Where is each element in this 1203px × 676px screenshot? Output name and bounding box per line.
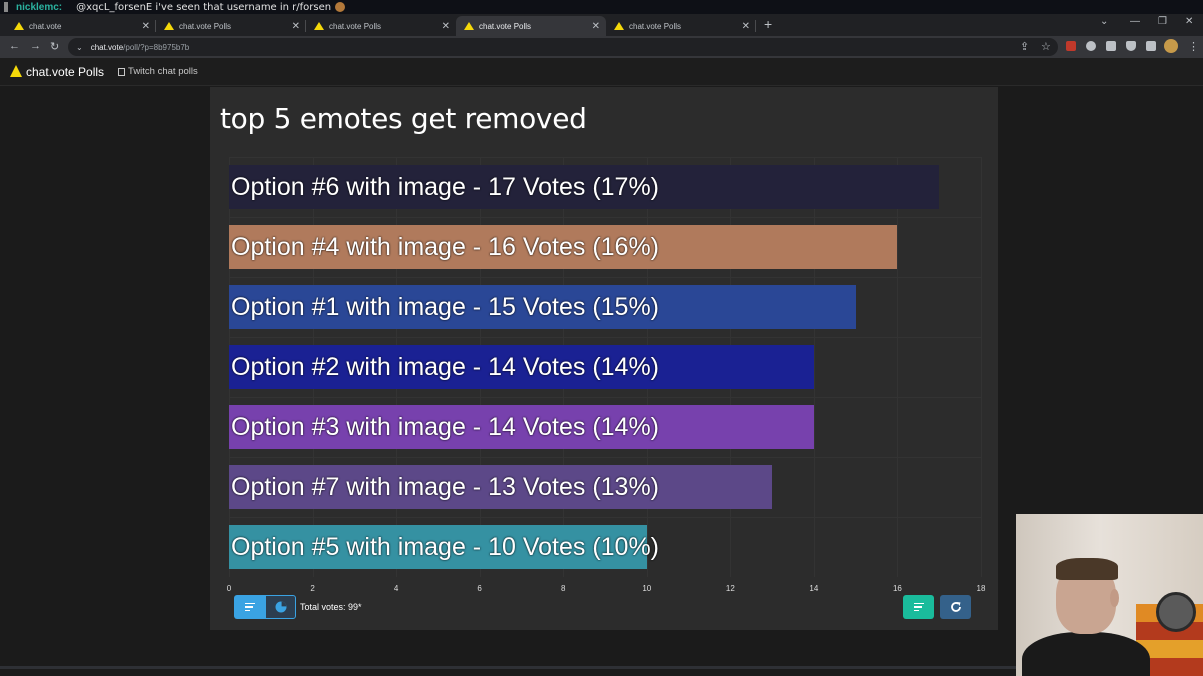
chat-cursor <box>4 2 8 12</box>
x-tick-label: 12 <box>725 584 735 593</box>
poll-title: top 5 emotes get removed <box>220 102 587 135</box>
row-separator <box>229 217 981 218</box>
close-window-button[interactable]: ✕ <box>1185 16 1193 27</box>
twitch-icon <box>118 67 126 76</box>
x-tick-label: 6 <box>477 584 482 593</box>
poll-bar-label: Option #6 with image - 17 Votes (17%) <box>231 172 660 201</box>
favicon-icon <box>464 22 474 30</box>
poll-card: top 5 emotes get removed Option #6 with … <box>210 87 998 630</box>
poll-bar-label: Option #4 with image - 16 Votes (16%) <box>231 232 660 261</box>
row-separator <box>229 457 981 458</box>
favicon-icon <box>14 22 24 30</box>
chat-username: nicklemc: <box>16 1 63 13</box>
pie-chart-icon <box>275 601 286 613</box>
screen: nicklemc: @xqcL_forsenE i've seen that u… <box>0 0 1203 676</box>
x-tick-label: 0 <box>226 584 232 593</box>
x-tick-label: 4 <box>393 584 399 593</box>
browser-tab-3[interactable]: chat.vote Polls ✕ <box>306 16 456 36</box>
close-tab-icon[interactable]: ✕ <box>142 21 150 32</box>
minimize-button[interactable]: — <box>1130 16 1140 27</box>
sort-button[interactable] <box>903 595 934 619</box>
x-tick-label: 2 <box>310 584 315 593</box>
row-separator <box>229 157 981 158</box>
webcam-overlay <box>1016 514 1203 676</box>
forward-button[interactable]: → <box>30 40 41 52</box>
extensions-puzzle-icon[interactable] <box>1106 41 1116 51</box>
url-host: chat.vote <box>90 42 124 52</box>
close-tab-icon[interactable]: ✕ <box>592 21 600 32</box>
twitch-chat-polls-link[interactable]: Twitch chat polls <box>118 66 198 77</box>
tab-title: chat.vote Polls <box>179 21 232 31</box>
x-tick-label: 8 <box>560 584 566 593</box>
maximize-button[interactable]: ❐ <box>1158 16 1167 27</box>
refresh-icon <box>950 602 961 612</box>
x-tick-label: 18 <box>976 584 986 593</box>
browser-tab-1[interactable]: chat.vote ✕ <box>6 16 156 36</box>
extension-flask-icon[interactable] <box>1126 41 1136 51</box>
poll-footer-left: Total votes: 99* <box>234 595 362 619</box>
site-name[interactable]: chat.vote Polls <box>26 65 104 79</box>
chat-message: @xqcL_forsenE i've seen that username in… <box>76 1 332 13</box>
profile-avatar[interactable] <box>1164 39 1178 53</box>
extension-gamepad-icon[interactable] <box>1086 41 1096 51</box>
sort-icon <box>913 602 924 612</box>
bars-icon <box>244 602 255 612</box>
poll-bar-label: Option #5 with image - 10 Votes (10%) <box>231 532 660 561</box>
x-tick-label: 16 <box>892 584 902 593</box>
gridline <box>897 157 899 577</box>
favicon-icon <box>314 22 324 30</box>
twitch-link-label: Twitch chat polls <box>128 66 198 77</box>
browser-toolbar: ← → ↻ ⌄ chat.vote /poll/?p=8b975b7b ⇪ ☆ <box>0 36 1203 58</box>
browser-tab-5[interactable]: chat.vote Polls ✕ <box>606 16 756 36</box>
bookmark-star-icon[interactable]: ☆ <box>1041 40 1051 53</box>
reload-button[interactable]: ↻ <box>50 40 59 53</box>
x-tick-label: 14 <box>809 584 819 593</box>
emote-icon <box>335 2 346 12</box>
tab-title: chat.vote Polls <box>629 21 682 31</box>
bar-view-button[interactable] <box>234 595 265 619</box>
address-bar[interactable]: ⌄ chat.vote /poll/?p=8b975b7b <box>68 38 1058 56</box>
poll-bar-label: Option #2 with image - 14 Votes (14%) <box>231 352 660 381</box>
close-tab-icon[interactable]: ✕ <box>292 21 300 32</box>
share-icon[interactable]: ⇪ <box>1020 40 1029 53</box>
row-separator <box>229 337 981 338</box>
poll-bar-label: Option #7 with image - 13 Votes (13%) <box>231 472 660 501</box>
row-separator <box>229 277 981 278</box>
refresh-button[interactable] <box>940 595 971 619</box>
x-tick-label: 10 <box>642 584 652 593</box>
view-toggle-group <box>234 595 296 619</box>
tab-title: chat.vote Polls <box>479 21 532 31</box>
extension-ublock-icon[interactable] <box>1066 41 1076 51</box>
chatvote-logo-icon[interactable] <box>10 64 22 77</box>
pie-view-button[interactable] <box>265 595 296 619</box>
browser-menu-icon[interactable]: ⋮ <box>1188 40 1199 53</box>
stream-chat-overlay: nicklemc: @xqcL_forsenE i've seen that u… <box>0 0 1203 14</box>
total-votes: Total votes: 99* <box>300 602 362 612</box>
favicon-icon <box>164 22 174 30</box>
gridline <box>813 157 815 577</box>
row-separator <box>229 397 981 398</box>
close-tab-icon[interactable]: ✕ <box>742 21 750 32</box>
microphone-icon <box>1156 592 1196 632</box>
tab-title: chat.vote <box>29 21 62 31</box>
favicon-icon <box>614 22 624 30</box>
row-separator <box>229 517 981 518</box>
browser-tab-2[interactable]: chat.vote Polls ✕ <box>156 16 306 36</box>
poll-bar-label: Option #1 with image - 15 Votes (15%) <box>231 292 660 321</box>
site-header: chat.vote Polls Twitch chat polls <box>0 58 1203 86</box>
new-tab-button[interactable]: + <box>764 16 772 32</box>
browser-tab-4-active[interactable]: chat.vote Polls ✕ <box>456 16 606 36</box>
url-path: /poll/?p=8b975b7b <box>123 42 190 52</box>
back-button[interactable]: ← <box>9 40 20 52</box>
reading-list-icon[interactable] <box>1146 41 1156 51</box>
close-tab-icon[interactable]: ✕ <box>442 21 450 32</box>
poll-bar-chart: Option #6 with image - 17 Votes (17%) Opt… <box>229 157 982 577</box>
gridline <box>981 157 982 577</box>
site-info-icon[interactable]: ⌄ <box>76 43 83 52</box>
poll-bar-label: Option #3 with image - 14 Votes (14%) <box>231 412 660 441</box>
tab-search-icon[interactable]: ⌄ <box>1100 16 1108 27</box>
browser-tab-bar: chat.vote ✕ chat.vote Polls ✕ chat.vote … <box>0 14 1203 36</box>
tab-title: chat.vote Polls <box>329 21 382 31</box>
